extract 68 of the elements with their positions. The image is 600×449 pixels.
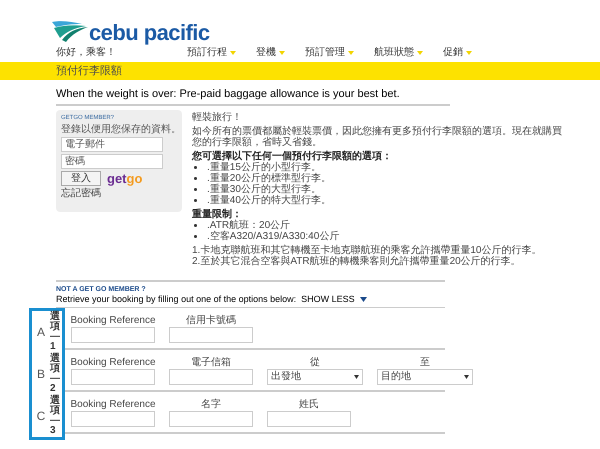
option-text: .重量15公斤的小型行李。: [207, 162, 321, 173]
option-label: 選項—3: [50, 396, 60, 436]
greeting-text: 你好，乘客！: [56, 48, 117, 58]
bullet-icon: [194, 177, 197, 180]
caret-icon: [230, 51, 236, 55]
field-label: 信用卡號碼: [186, 314, 236, 326]
headline: When the weight is over: Pre-paid baggage allowance is your best bet.: [56, 87, 450, 106]
info-paragraph: 如今所有的票價都屬於輕裝票價，因此您擁有更多預付行李限額的選項。現在就購買您的行李限額，省時又省錢。: [192, 126, 562, 148]
annotation-letter: A: [36, 326, 46, 338]
input-field[interactable]: [71, 410, 155, 426]
field-label: Booking Reference: [70, 356, 156, 368]
bird-logo-icon: [52, 18, 88, 44]
caret-icon: [466, 51, 472, 55]
nav-menu-item[interactable]: 促銷: [443, 48, 472, 58]
field-label: 至: [420, 356, 430, 368]
nav-menu-item[interactable]: 登機: [256, 48, 285, 58]
bullet-icon: [194, 224, 197, 227]
limit-text: .ATR航班：20公斤: [207, 220, 290, 231]
select-field[interactable]: 出發地: [267, 368, 363, 384]
field-label: 姓氏: [299, 398, 319, 410]
limit-text: .空客A320/A319/A330:40公斤: [207, 231, 340, 242]
input-field[interactable]: [169, 368, 253, 384]
field-label: 電子信箱: [191, 356, 231, 368]
page-banner: 預付行李限額: [0, 62, 600, 80]
caret-icon: [348, 51, 354, 55]
note-text: 1.卡地克聯航班和其它轉機至卡地克聯航班的乘客允許攜帶重量10公斤的行李。: [192, 245, 542, 256]
show-less-link[interactable]: SHOW LESS: [301, 294, 367, 305]
caret-icon: [417, 51, 423, 55]
info-greeting: 輕裝旅行！: [192, 112, 243, 123]
field-label: Booking Reference: [70, 398, 156, 410]
select-field[interactable]: 目的地: [377, 368, 473, 384]
annotation-letter: B: [36, 368, 46, 380]
note-text: 2.至於其它混合空客與ATR航班的轉機乘客則允許攜帶重量20公斤的行李。: [192, 256, 522, 267]
input-field[interactable]: [267, 410, 351, 426]
annotation-letter: C: [36, 410, 46, 422]
input-field[interactable]: [169, 410, 253, 426]
input-field[interactable]: [71, 368, 155, 384]
brand-logo[interactable]: cebu pacific: [89, 22, 210, 44]
field-label: Booking Reference: [70, 314, 156, 326]
input-field[interactable]: [169, 326, 253, 342]
login-input[interactable]: 電子郵件: [61, 137, 163, 152]
bullet-icon: [194, 166, 197, 169]
login-input[interactable]: 密碼: [61, 154, 163, 169]
options-title: 您可選擇以下任何一個預付行李限額的選項：: [192, 151, 393, 162]
caret-icon: [279, 51, 285, 55]
caret-icon: [464, 374, 469, 378]
nav-menu-item[interactable]: 預訂管理: [305, 48, 354, 58]
retrieve-instruction: Retrieve your booking by filling out one of the options below:: [56, 294, 296, 305]
field-label: 從: [310, 356, 320, 368]
option-label: 選項—2: [50, 354, 60, 394]
bullet-icon: [194, 199, 197, 202]
option-text: .重量20公斤的標準型行李。: [207, 173, 331, 184]
field-label: 名字: [201, 398, 221, 410]
limits-title: 重量限制：: [192, 209, 242, 220]
bullet-icon: [194, 188, 197, 191]
login-button[interactable]: 登入: [61, 171, 101, 186]
caret-icon: [354, 374, 359, 378]
nav-menu-item[interactable]: 航班狀態: [374, 48, 423, 58]
caret-icon: [360, 297, 367, 302]
bullet-icon: [194, 235, 197, 238]
option-text: .重量30公斤的大型行李。: [207, 184, 321, 195]
nav-menu-item[interactable]: 預訂行程: [187, 48, 236, 58]
option-label: 選項—1: [50, 312, 60, 352]
forgot-password-link[interactable]: 忘記密碼: [61, 188, 177, 199]
option-text: .重量40公斤的特大型行李。: [207, 195, 331, 206]
login-subtitle: 登錄以便用您保存的資料。: [61, 124, 177, 135]
getgo-logo: getgo: [107, 172, 142, 185]
input-field[interactable]: [71, 326, 155, 342]
